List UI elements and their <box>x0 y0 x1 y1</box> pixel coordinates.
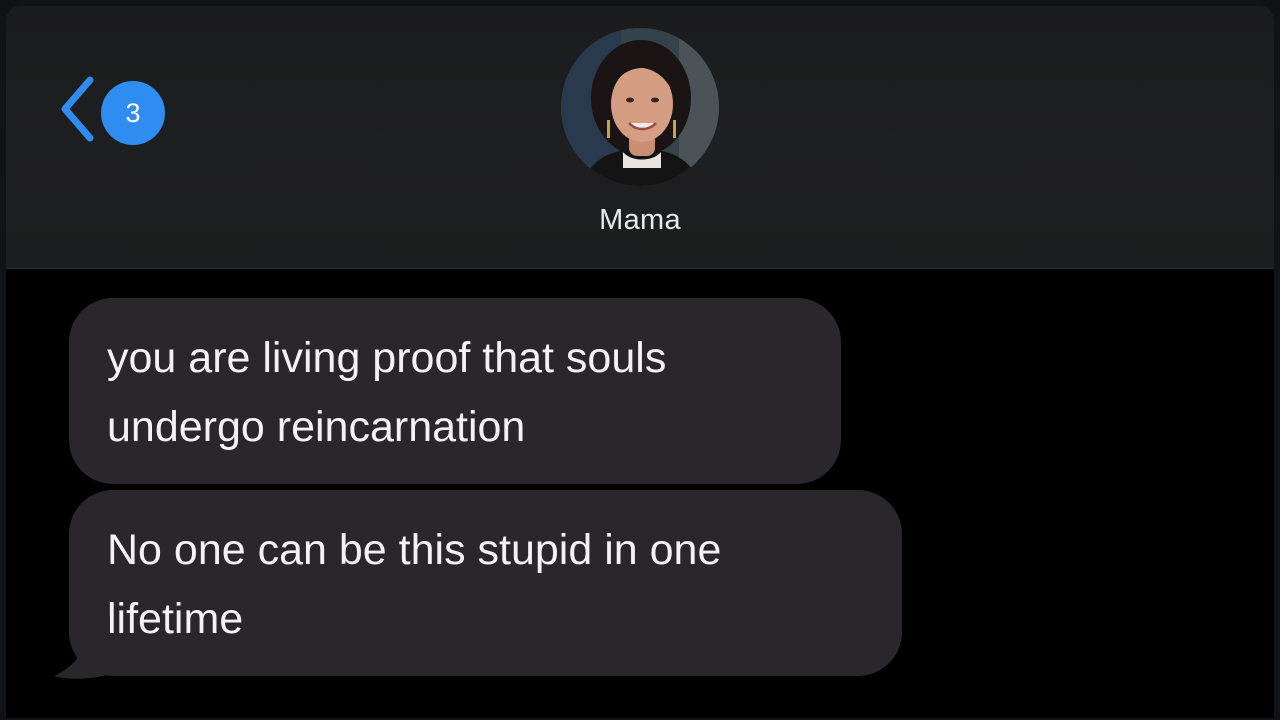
contact-avatar[interactable] <box>561 28 719 186</box>
chevron-left-icon <box>61 76 94 142</box>
contact-photo <box>561 28 719 186</box>
incoming-message-bubble[interactable]: No one can be this stupid in one lifetim… <box>69 490 902 676</box>
message-text-line: No one can be this stupid in one <box>107 526 722 574</box>
conversation-header: 3 Mama <box>6 6 1274 269</box>
back-button[interactable]: 3 <box>56 74 168 145</box>
messages-screen: 3 Mama you are living proof that souls u… <box>6 6 1274 718</box>
incoming-message-bubble[interactable]: you are living proof that souls undergo … <box>69 298 841 484</box>
message-text-line: lifetime <box>107 595 244 643</box>
message-text-line: undergo reincarnation <box>107 403 526 451</box>
unread-count-badge: 3 <box>101 81 165 145</box>
bubble-tail <box>54 616 110 679</box>
message-text-line: you are living proof that souls <box>107 334 667 382</box>
contact-name[interactable]: Mama <box>540 204 740 237</box>
